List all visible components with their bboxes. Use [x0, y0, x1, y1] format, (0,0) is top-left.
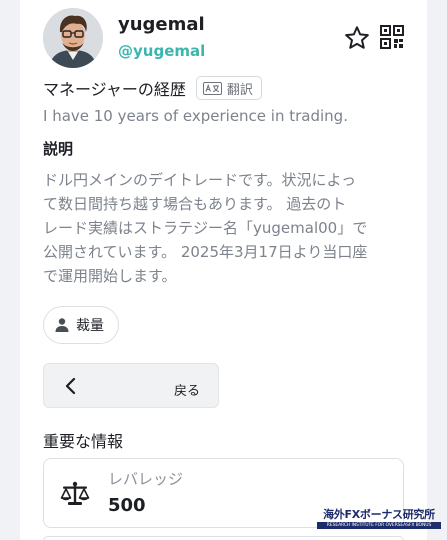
- manager-history-title: マネージャーの経歴: [43, 80, 186, 99]
- profile-header: yugemal @yugemal: [43, 8, 404, 72]
- scale-icon: [60, 481, 90, 505]
- watermark-title: 海外FXボーナス研究所: [323, 508, 435, 521]
- description-line: 公開されています。 2025年3月17日より当口座: [43, 243, 368, 261]
- next-info-card: [43, 536, 404, 540]
- description-line: ドル円メインのデイトレードです。状況によっ: [43, 171, 357, 189]
- back-button[interactable]: 戻る: [43, 363, 219, 408]
- manager-history-text: I have 10 years of experience in trading…: [43, 107, 348, 125]
- description-line: レード実績はストラテジー名「yugemal00」で: [43, 219, 368, 237]
- description-label: 説明: [43, 140, 74, 158]
- star-outline-icon: [345, 26, 369, 49]
- description-line: で運用開始します。: [43, 267, 177, 285]
- favorite-button[interactable]: [343, 24, 371, 52]
- avatar-portrait: [43, 8, 103, 68]
- important-info-heading: 重要な情報: [43, 432, 124, 451]
- watermark-logo: 海外FXボーナス研究所 RESEARCH INSTITUTE FOR OVERS…: [317, 508, 441, 533]
- manager-history-header: マネージャーの経歴 翻訳: [43, 74, 262, 102]
- strategy-tag: 裁量: [43, 306, 119, 344]
- translate-label: 翻訳: [226, 82, 253, 98]
- watermark-subtitle: RESEARCH INSTITUTE FOR OVERSEASFX BONUS: [317, 522, 441, 529]
- qr-code-icon: [380, 25, 404, 49]
- user-handle[interactable]: @yugemal: [118, 42, 205, 60]
- leverage-label: レバレッジ: [108, 470, 184, 488]
- leverage-value: 500: [108, 495, 146, 516]
- avatar[interactable]: [43, 8, 103, 68]
- back-button-label: 戻る: [174, 384, 201, 399]
- manager-profile-card: yugemal @yugemal マネージャーの経歴 翻訳 I have 10 …: [20, 0, 427, 540]
- chevron-left-icon: [65, 377, 76, 395]
- description-line: て数日間持ち越す場合もあります。 過去のト: [43, 195, 347, 213]
- qr-code-button[interactable]: [380, 25, 404, 49]
- username: yugemal: [118, 14, 205, 35]
- person-icon: [55, 318, 69, 332]
- translate-button[interactable]: 翻訳: [195, 76, 262, 100]
- translate-icon: [202, 81, 222, 95]
- description-text: ドル円メインのデイトレードです。状況によっ て数日間持ち越す場合もあります。 過…: [43, 168, 398, 288]
- strategy-tag-label: 裁量: [76, 318, 104, 334]
